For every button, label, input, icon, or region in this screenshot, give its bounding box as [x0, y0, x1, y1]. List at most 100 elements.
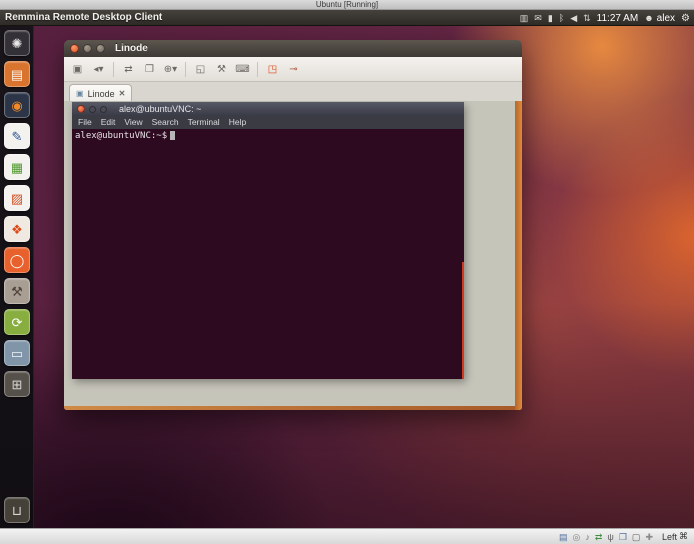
disconnect-button[interactable]: ⊸: [284, 60, 303, 78]
network-icon[interactable]: ⇄: [595, 530, 603, 544]
launcher-item-firefox[interactable]: ◉: [4, 92, 30, 118]
launcher-item-home-folder[interactable]: ▤: [4, 61, 30, 87]
battery-icon[interactable]: ▮: [548, 10, 553, 26]
indicator-tray: ▥ ✉ ▮ ᛒ ◀ ⇅ 11:27 AM ☻ alex ⚙: [520, 10, 690, 26]
user-icon: ☻: [644, 13, 653, 23]
tab-linode[interactable]: ▣ Linode ✕: [69, 84, 132, 102]
render-artifact-line: [462, 262, 464, 379]
libreoffice-impress-icon: ▨: [11, 192, 23, 205]
monitor-icon: ▣: [76, 89, 84, 98]
keyboard-grab-button[interactable]: ⌨: [233, 60, 252, 78]
terminal-cursor: [170, 131, 175, 140]
ubuntu-one-icon: ◯: [10, 254, 25, 267]
home-folder-icon: ▤: [11, 68, 23, 81]
hard-disk-icon[interactable]: ▤: [559, 530, 568, 544]
remmina-toolbar: ▣ ◂▾ ⇄ ❐ ⊕▾ ◱ ⚒ ⌨ ◳ ⊸: [64, 57, 522, 82]
ubuntu-software-center-icon: ❖: [11, 223, 23, 236]
launcher-item-libreoffice-writer[interactable]: ✎: [4, 123, 30, 149]
minimize-button[interactable]: [83, 44, 92, 53]
remmina-icon: ▭: [11, 347, 23, 360]
launcher-item-remmina[interactable]: ▭: [4, 340, 30, 366]
launcher-item-libreoffice-impress[interactable]: ▨: [4, 185, 30, 211]
menu-help[interactable]: Help: [229, 116, 246, 129]
user-menu[interactable]: ☻ alex: [644, 13, 675, 24]
vbox-window-title: Ubuntu [Running]: [316, 0, 378, 9]
usb-icon[interactable]: ψ: [607, 530, 613, 544]
close-button[interactable]: [77, 105, 85, 113]
mail-icon[interactable]: ✉: [534, 10, 542, 26]
unity-launcher: ✺ ▤ ◉ ✎ ▦ ▨ ❖ ◯ ⚒ ⟳ ▭ ⊞ ⊔: [0, 26, 34, 528]
remmina-tabbar: ▣ Linode ✕: [64, 82, 522, 103]
workspace-switcher-icon: ⊞: [12, 378, 23, 391]
remote-wallpaper-edge-right: [515, 101, 522, 410]
remmina-titlebar[interactable]: Linode: [64, 40, 522, 57]
bluetooth-icon[interactable]: ᛒ: [559, 10, 564, 26]
shell-prompt: alex@ubuntuVNC:~$: [75, 131, 167, 141]
remote-screens-icon[interactable]: ▥: [520, 10, 529, 26]
system-settings-icon: ⚒: [11, 285, 23, 298]
terminal-titlebar[interactable]: alex@ubuntuVNC: ~: [72, 102, 464, 116]
menu-file[interactable]: File: [78, 116, 92, 129]
preferences-button[interactable]: ⚒: [212, 60, 231, 78]
launcher-item-system-settings[interactable]: ⚒: [4, 278, 30, 304]
appmenu-title[interactable]: Remmina Remote Desktop Client: [5, 10, 162, 26]
maximize-button[interactable]: [100, 106, 107, 113]
ubuntu-top-panel: Remmina Remote Desktop Client ▥ ✉ ▮ ᛒ ◀ …: [0, 10, 694, 26]
maximize-button[interactable]: [96, 44, 105, 53]
virtualbox-window: Ubuntu [Running] Remmina Remote Desktop …: [0, 0, 694, 544]
launcher-items: ✺ ▤ ◉ ✎ ▦ ▨ ❖ ◯ ⚒ ⟳ ▭ ⊞: [0, 26, 34, 397]
shared-folders-icon[interactable]: ❐: [619, 530, 627, 544]
terminal-menubar: File Edit View Search Terminal Help: [72, 116, 464, 129]
minimize-button[interactable]: [89, 106, 96, 113]
launcher-item-update-manager[interactable]: ⟳: [4, 309, 30, 335]
remmina-window: Linode ▣ ◂▾ ⇄ ❐ ⊕▾ ◱ ⚒ ⌨ ◳ ⊸ ▣ Linod: [64, 40, 522, 410]
volume-icon[interactable]: ◀: [570, 10, 577, 26]
terminal-title: alex@ubuntuVNC: ~: [119, 104, 201, 114]
tab-close-icon[interactable]: ✕: [119, 89, 126, 98]
username: alex: [657, 13, 675, 24]
close-button[interactable]: [70, 44, 79, 53]
launcher-item-workspace-switcher[interactable]: ⊞: [4, 371, 30, 397]
desktop-wallpaper: Linode ▣ ◂▾ ⇄ ❐ ⊕▾ ◱ ⚒ ⌨ ◳ ⊸ ▣ Linod: [34, 26, 694, 528]
launcher-item-trash[interactable]: ⊔: [4, 497, 30, 523]
mouse-icon[interactable]: ✚: [645, 530, 653, 544]
libreoffice-writer-icon: ✎: [12, 130, 23, 143]
optical-disc-icon[interactable]: ◎: [573, 530, 581, 544]
terminal-window: alex@ubuntuVNC: ~ File Edit View Search …: [72, 102, 464, 379]
back-button[interactable]: ◂▾: [89, 60, 108, 78]
zoom-button[interactable]: ⊕▾: [161, 60, 180, 78]
menu-view[interactable]: View: [124, 116, 142, 129]
menu-terminal[interactable]: Terminal: [188, 116, 220, 129]
toolbar-separator: [185, 62, 186, 77]
tab-label: Linode: [88, 89, 115, 99]
launcher-item-ubuntu-one[interactable]: ◯: [4, 247, 30, 273]
launcher-item-libreoffice-calc[interactable]: ▦: [4, 154, 30, 180]
clock[interactable]: 11:27 AM: [597, 13, 639, 24]
remote-desktop-viewport[interactable]: alex@ubuntuVNC: ~ File Edit View Search …: [64, 101, 522, 410]
trash-icon: ⊔: [12, 504, 22, 517]
connect-button[interactable]: ▣: [68, 60, 87, 78]
host-key-indicator: Left ⌘: [662, 531, 688, 542]
scaled-mode-button[interactable]: ◳: [263, 60, 282, 78]
window-title: Linode: [115, 43, 148, 54]
menu-edit[interactable]: Edit: [101, 116, 116, 129]
sync-arrows-icon[interactable]: ⇅: [583, 10, 591, 26]
vbox-titlebar: Ubuntu [Running]: [0, 0, 694, 10]
remote-wallpaper-edge-bottom: [64, 406, 515, 410]
copy-button[interactable]: ❐: [140, 60, 159, 78]
audio-icon[interactable]: ♪: [585, 530, 590, 544]
toolbar-separator: [113, 62, 114, 77]
toolbar-separator: [257, 62, 258, 77]
launcher-item-dash-home[interactable]: ✺: [4, 30, 30, 56]
dash-home-icon: ✺: [12, 37, 23, 50]
swap-button[interactable]: ⇄: [119, 60, 138, 78]
display-icon[interactable]: ▢: [632, 530, 641, 544]
session-menu-icon[interactable]: ⚙: [681, 13, 690, 24]
launcher-item-ubuntu-software-center[interactable]: ❖: [4, 216, 30, 242]
libreoffice-calc-icon: ▦: [11, 161, 23, 174]
fullscreen-button[interactable]: ◱: [191, 60, 210, 78]
menu-search[interactable]: Search: [152, 116, 179, 129]
terminal-body[interactable]: alex@ubuntuVNC:~$: [72, 129, 464, 379]
host-key-icon: ⌘: [679, 531, 688, 542]
firefox-icon: ◉: [11, 99, 22, 112]
